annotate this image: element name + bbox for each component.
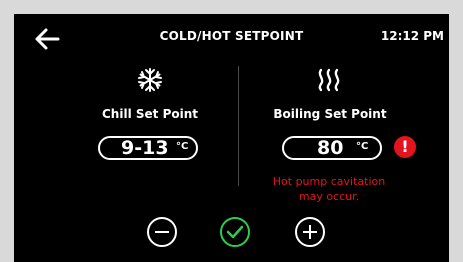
exclamation-icon: !: [394, 136, 416, 158]
warning-line-1: Hot pump cavitation: [272, 175, 386, 188]
setpoint-screen: COLD/HOT SETPOINT 12:12 PM Chill Set Poi…: [14, 14, 449, 262]
boiling-unit: °C: [356, 141, 369, 152]
chill-unit: °C: [176, 141, 189, 152]
boiling-value: 80: [317, 137, 344, 159]
chill-setpoint-label: Chill Set Point: [102, 107, 198, 121]
chill-value: 9-13: [121, 137, 169, 159]
minus-icon[interactable]: [146, 216, 178, 248]
warning-line-2: may occur.: [298, 190, 360, 203]
clock-time: 12:12 PM: [380, 29, 444, 43]
boiling-setpoint-label: Boiling Set Point: [273, 107, 387, 121]
heat-waves-icon: [318, 68, 340, 92]
boiling-setpoint-value[interactable]: 80 °C: [282, 136, 382, 160]
check-icon[interactable]: [219, 216, 251, 248]
snowflake-icon: [138, 68, 162, 92]
column-divider: [238, 66, 239, 186]
chill-setpoint-value[interactable]: 9-13 °C: [98, 136, 198, 160]
plus-icon[interactable]: [294, 216, 326, 248]
